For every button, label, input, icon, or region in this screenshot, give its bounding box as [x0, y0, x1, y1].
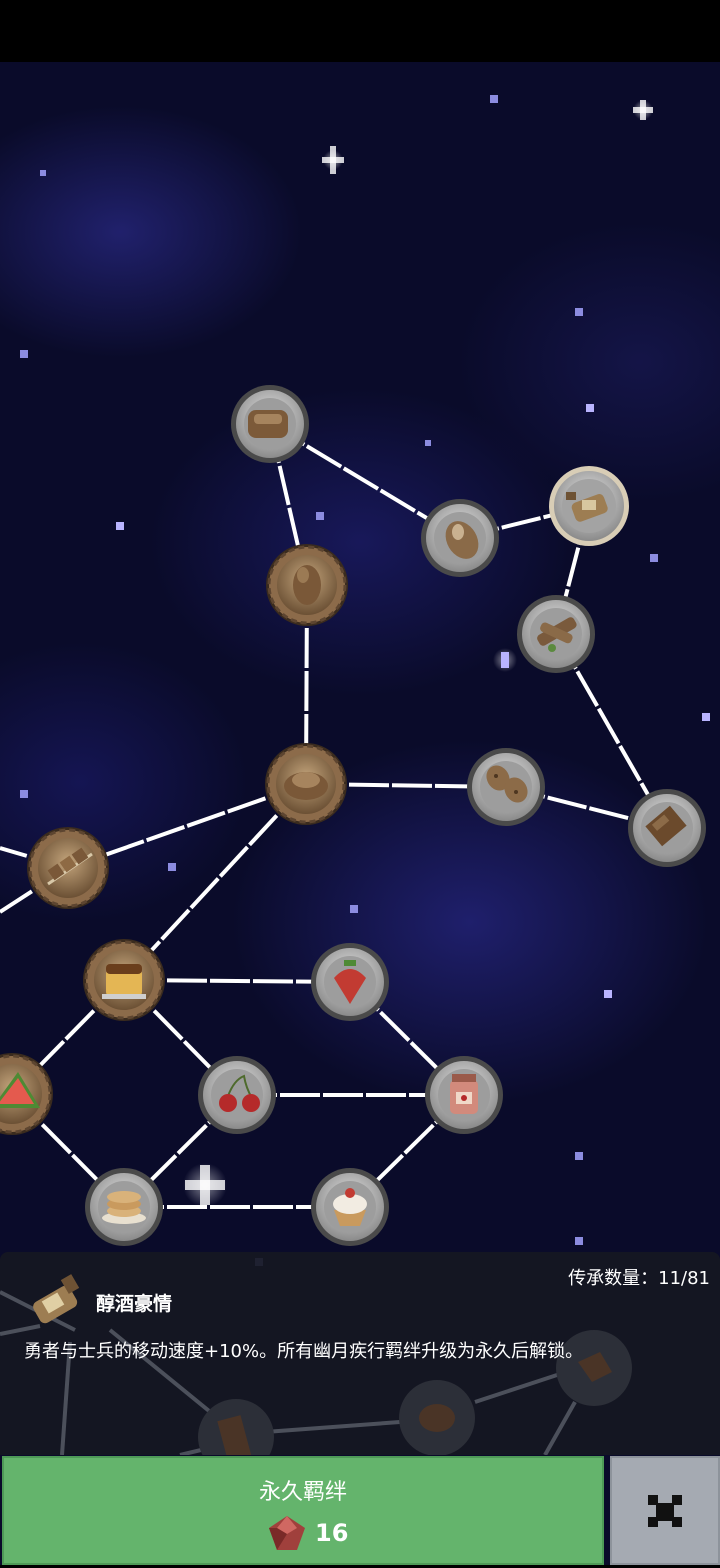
bread-loaf-icon [248, 410, 288, 438]
node-meat-bun[interactable] [265, 743, 347, 825]
node-kebab[interactable] [27, 827, 109, 909]
panel-dim-node-bird [399, 1380, 475, 1455]
sausage-icon [293, 565, 321, 605]
node-jam-jar[interactable] [425, 1056, 503, 1134]
node-bread-loaf[interactable] [231, 385, 309, 463]
skill-description: 勇者与士兵的移动速度+10%。所有幽月疾行羁绊升级为永久后解锁。 [24, 1341, 584, 1362]
constellation-links [0, 422, 669, 1209]
node-sausage[interactable] [266, 544, 348, 626]
node-bread-roll[interactable] [421, 499, 499, 577]
meat-bun-icon [284, 772, 328, 800]
node-cream-cake[interactable] [311, 1168, 389, 1246]
close-button[interactable] [610, 1456, 720, 1565]
permanent-bond-button[interactable]: 永久羁绊 16 [2, 1456, 604, 1565]
status-bar-area [0, 0, 720, 62]
node-strawberry[interactable] [311, 943, 389, 1021]
node-cherries[interactable] [198, 1056, 276, 1134]
close-icon [648, 1495, 682, 1527]
cost-display: 16 [267, 1514, 348, 1552]
node-brownie[interactable] [628, 789, 706, 867]
background-stars [20, 95, 710, 1266]
legacy-count-label: 传承数量：11/81 [568, 1268, 710, 1289]
liquor-bottle-icon [26, 1270, 86, 1334]
red-gem-icon [269, 1516, 305, 1550]
node-cookies[interactable] [467, 748, 545, 826]
node-pudding[interactable] [83, 939, 165, 1021]
node-pancakes[interactable] [85, 1168, 163, 1246]
node-watermelon[interactable] [0, 1053, 53, 1135]
panel-dim-node-wood [198, 1399, 274, 1455]
jam-jar-icon [450, 1074, 478, 1114]
cost-value: 16 [315, 1519, 349, 1547]
skill-title: 醇酒豪情 [96, 1293, 173, 1315]
node-beef-jerky[interactable] [517, 595, 595, 673]
node-liquor-bottle[interactable] [549, 466, 629, 546]
pudding-icon [102, 964, 146, 999]
permanent-bond-label: 永久羁绊 [258, 1480, 347, 1505]
